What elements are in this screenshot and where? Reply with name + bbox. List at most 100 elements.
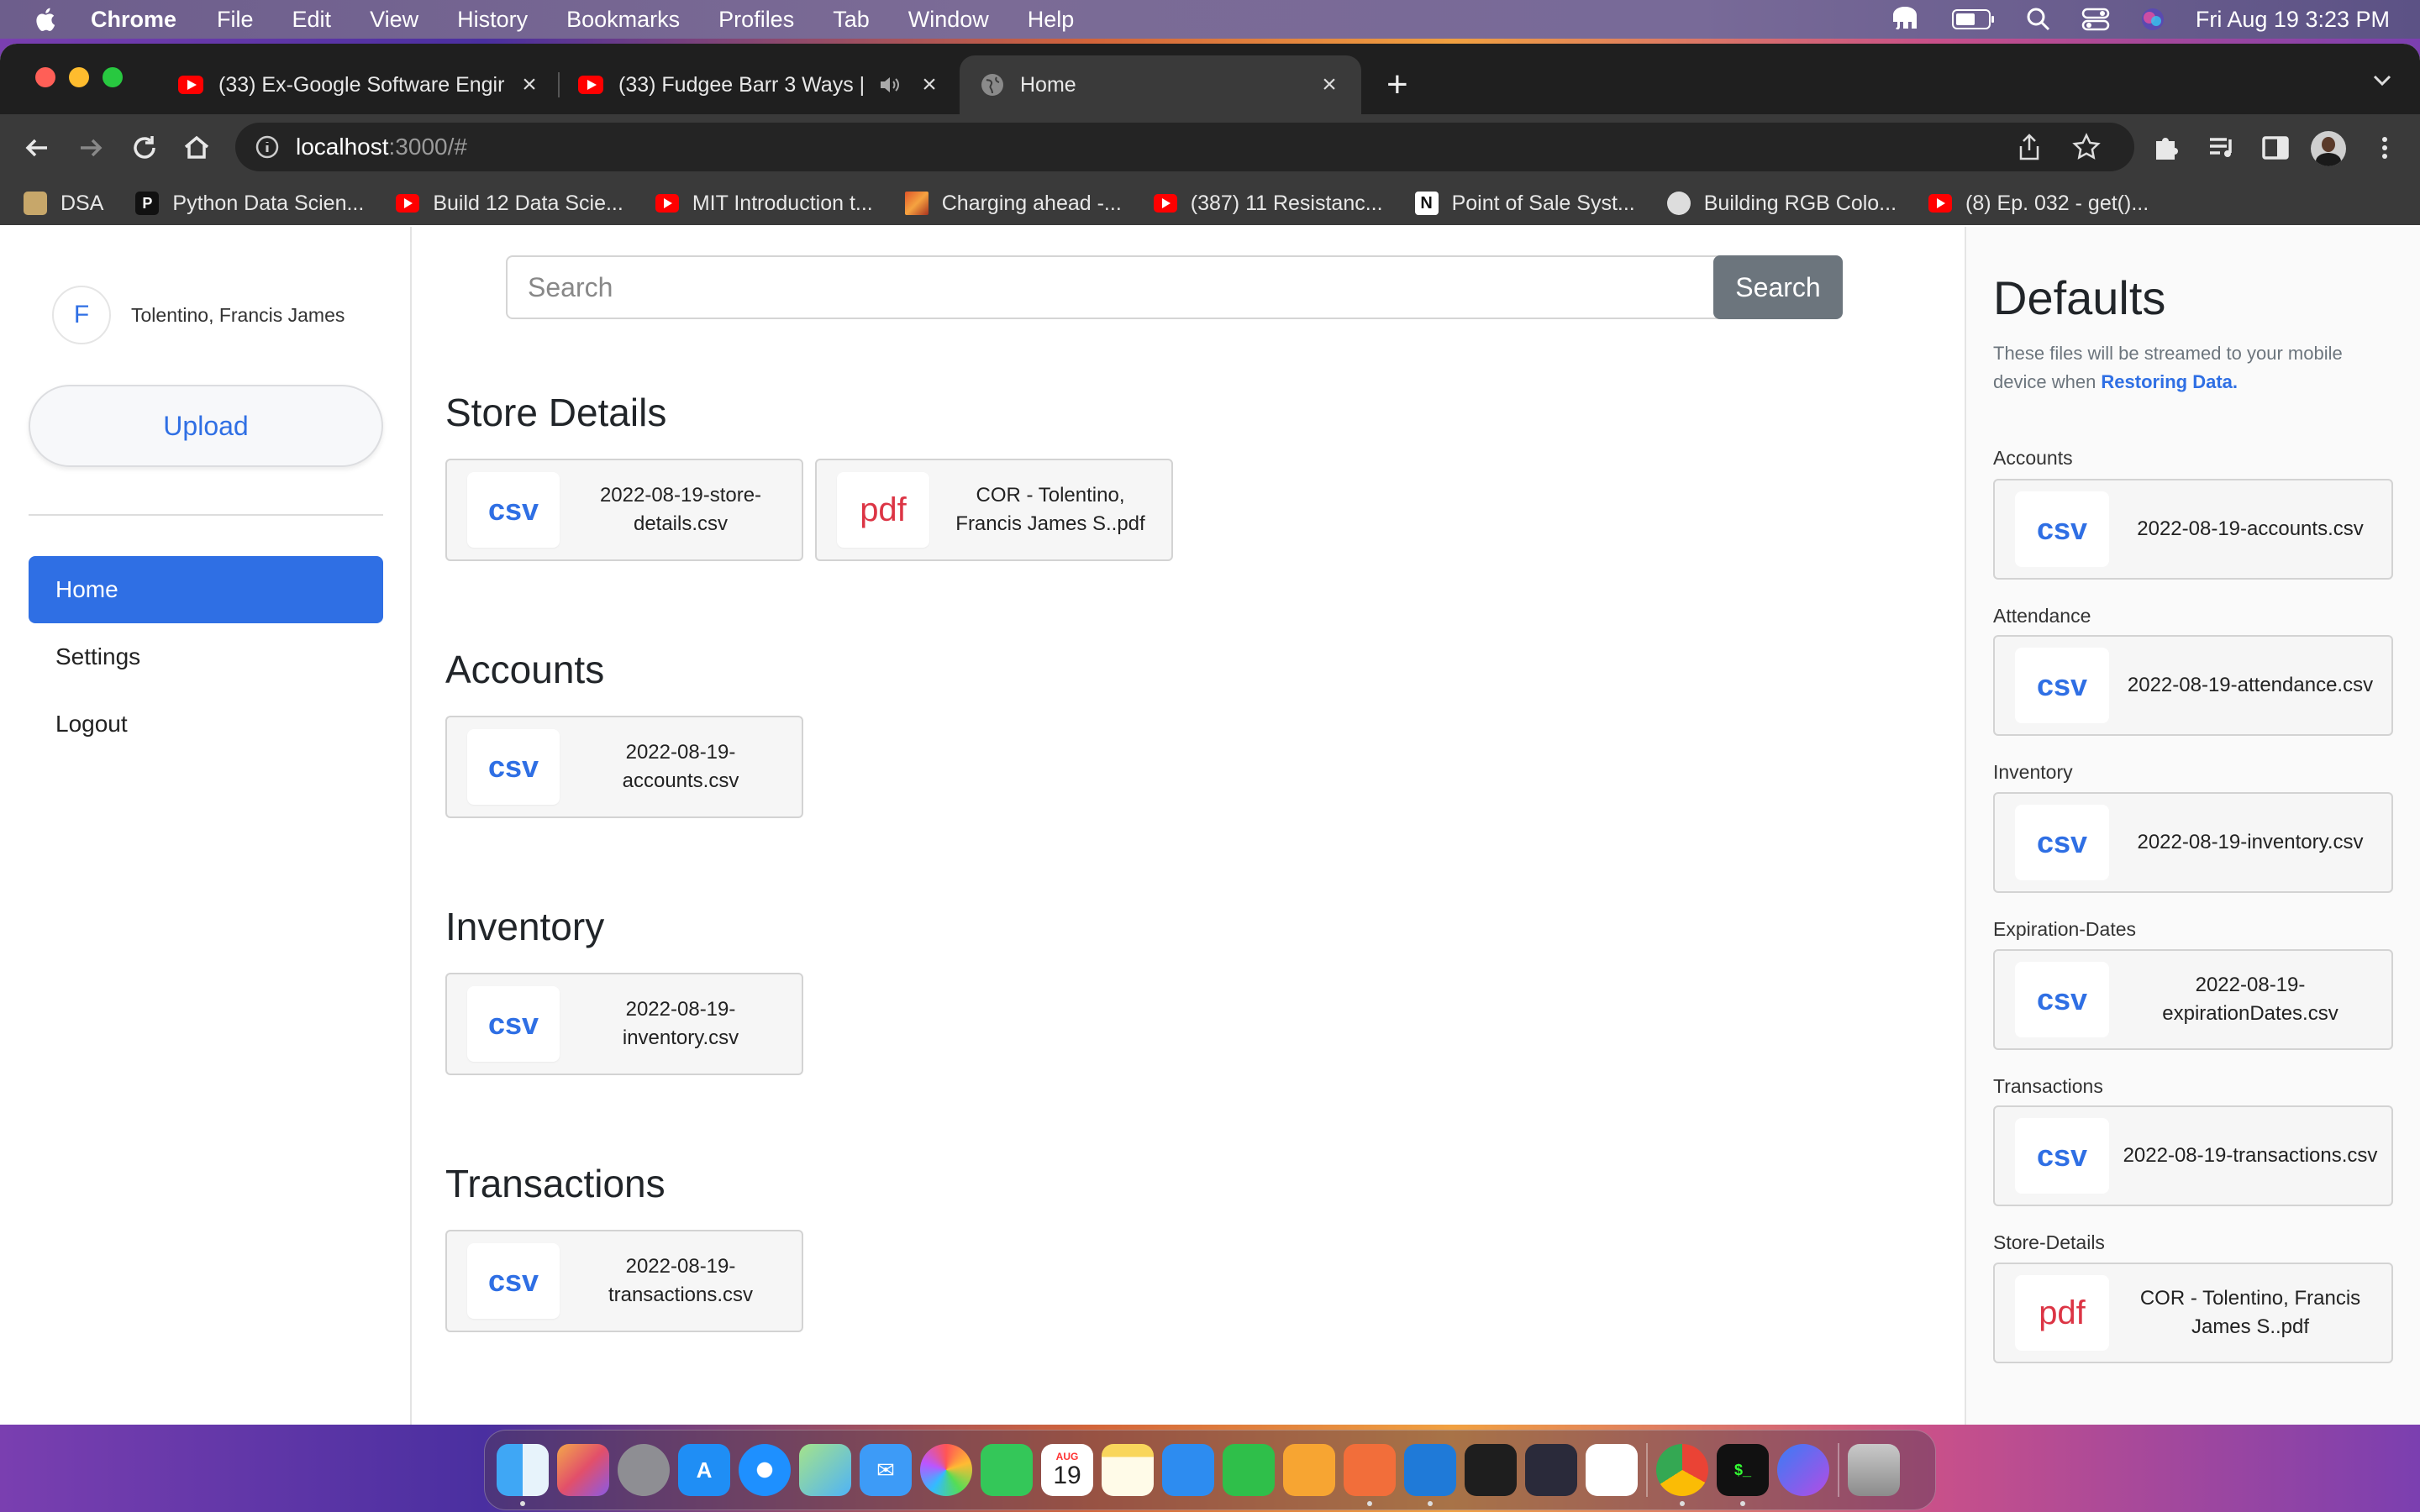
media-control-icon[interactable] bbox=[2205, 131, 2238, 165]
elephant-icon[interactable] bbox=[1888, 5, 1922, 34]
search-input[interactable]: Search bbox=[506, 255, 1839, 319]
menubar-clock[interactable]: Fri Aug 19 3:23 PM bbox=[2196, 7, 2390, 33]
search-button[interactable]: Search bbox=[1713, 255, 1843, 319]
postman-icon[interactable] bbox=[1344, 1444, 1396, 1506]
back-arrow-icon[interactable] bbox=[20, 131, 54, 165]
file-card[interactable]: csv 2022-08-19-accounts.csv bbox=[445, 716, 803, 818]
menu-tab[interactable]: Tab bbox=[833, 7, 870, 33]
site-info-icon[interactable] bbox=[255, 135, 279, 159]
maximize-window-button[interactable] bbox=[103, 67, 123, 87]
tab-home[interactable]: Home × bbox=[960, 55, 1361, 114]
sidebar-item-logout[interactable]: Logout bbox=[29, 690, 383, 758]
menu-history[interactable]: History bbox=[457, 7, 528, 33]
bookmark-item[interactable]: (387) 11 Resistanc... bbox=[1153, 192, 1383, 216]
csv-file-icon: csv bbox=[467, 986, 560, 1062]
speaker-icon[interactable] bbox=[879, 75, 901, 95]
bookmark-item[interactable]: Building RGB Colo... bbox=[1666, 192, 1897, 216]
minimize-window-button[interactable] bbox=[69, 67, 89, 87]
launchpad-icon[interactable] bbox=[557, 1444, 609, 1496]
maps-icon[interactable] bbox=[799, 1444, 851, 1496]
profile-avatar[interactable] bbox=[2311, 131, 2346, 166]
tab-close-icon[interactable]: × bbox=[1318, 71, 1341, 99]
keynote-icon[interactable] bbox=[1162, 1444, 1214, 1496]
bookmark-item[interactable]: N Point of Sale Syst... bbox=[1414, 192, 1635, 216]
bookmark-label: Charging ahead -... bbox=[941, 191, 1122, 215]
default-group-label: Attendance bbox=[1993, 605, 2091, 627]
menu-profiles[interactable]: Profiles bbox=[718, 7, 794, 33]
trash-icon[interactable] bbox=[1848, 1444, 1900, 1496]
chrome-icon[interactable] bbox=[1656, 1444, 1708, 1506]
menu-view[interactable]: View bbox=[370, 7, 418, 33]
sidebar-item-home[interactable]: Home bbox=[29, 556, 383, 623]
default-file-card[interactable]: pdf COR - Tolentino, Francis James S..pdf bbox=[1993, 1263, 2393, 1363]
sidebar-divider bbox=[29, 514, 383, 516]
menu-help[interactable]: Help bbox=[1028, 7, 1075, 33]
dock: A ✉ AUG 19 $_ bbox=[484, 1430, 1936, 1510]
default-file-card[interactable]: csv 2022-08-19-transactions.csv bbox=[1993, 1105, 2393, 1206]
menu-edit[interactable]: Edit bbox=[292, 7, 332, 33]
bookmark-item[interactable]: (8) Ep. 032 - get()... bbox=[1928, 192, 2149, 216]
extensions-puzzle-icon[interactable] bbox=[2149, 131, 2183, 165]
chrome-menu-kebab-icon[interactable] bbox=[2368, 131, 2402, 165]
spotlight-search-icon[interactable] bbox=[2026, 7, 2051, 32]
control-center-icon[interactable] bbox=[2081, 7, 2110, 32]
bookmark-item[interactable]: MIT Introduction t... bbox=[655, 192, 873, 216]
system-preferences-icon[interactable] bbox=[618, 1444, 670, 1496]
tasks-icon[interactable] bbox=[1586, 1444, 1638, 1496]
default-file-card[interactable]: csv 2022-08-19-attendance.csv bbox=[1993, 635, 2393, 736]
home-icon[interactable] bbox=[180, 131, 213, 165]
davinci-resolve-icon[interactable] bbox=[1525, 1444, 1577, 1496]
close-window-button[interactable] bbox=[35, 67, 55, 87]
address-bar[interactable]: localhost:3000/# bbox=[235, 123, 2134, 171]
tab-close-icon[interactable]: × bbox=[518, 71, 541, 99]
menu-bookmarks[interactable]: Bookmarks bbox=[566, 7, 680, 33]
bookmark-item[interactable]: Charging ahead -... bbox=[904, 191, 1122, 216]
pages-icon[interactable] bbox=[1283, 1444, 1335, 1496]
vscode-icon[interactable] bbox=[1404, 1444, 1456, 1506]
reload-icon[interactable] bbox=[128, 131, 161, 165]
bookmark-item[interactable]: P Python Data Scien... bbox=[135, 192, 364, 216]
figma-icon[interactable] bbox=[1465, 1444, 1517, 1496]
default-file-card[interactable]: csv 2022-08-19-inventory.csv bbox=[1993, 792, 2393, 893]
bookmark-item[interactable]: DSA bbox=[24, 192, 103, 216]
default-file-card[interactable]: csv 2022-08-19-expirationDates.csv bbox=[1993, 949, 2393, 1050]
sidebar-item-settings[interactable]: Settings bbox=[29, 623, 383, 690]
tab-search-chevron-icon[interactable] bbox=[2370, 67, 2395, 92]
default-file-card[interactable]: csv 2022-08-19-accounts.csv bbox=[1993, 479, 2393, 580]
messenger-icon[interactable] bbox=[1777, 1444, 1829, 1496]
terminal-icon[interactable]: $_ bbox=[1717, 1444, 1769, 1506]
battery-icon[interactable] bbox=[1951, 8, 1996, 30]
app-store-icon[interactable]: A bbox=[678, 1444, 730, 1496]
side-panel-icon[interactable] bbox=[2259, 131, 2292, 165]
siri-icon[interactable] bbox=[2140, 7, 2165, 32]
tab-close-icon[interactable]: × bbox=[918, 71, 941, 99]
dock-separator bbox=[1646, 1443, 1648, 1497]
tab-youtube-1[interactable]: (33) Ex-Google Software Engir × bbox=[165, 55, 555, 114]
bookmark-star-icon[interactable] bbox=[2072, 133, 2101, 161]
notes-icon[interactable] bbox=[1102, 1444, 1154, 1496]
file-card[interactable]: csv 2022-08-19-transactions.csv bbox=[445, 1230, 803, 1332]
menu-file[interactable]: File bbox=[217, 7, 254, 33]
photos-icon[interactable] bbox=[920, 1444, 972, 1496]
file-card[interactable]: pdf COR - Tolentino, Francis James S..pd… bbox=[815, 459, 1173, 561]
new-tab-plus-icon[interactable]: + bbox=[1386, 64, 1408, 106]
running-indicator bbox=[520, 1501, 525, 1506]
numbers-icon[interactable] bbox=[1223, 1444, 1275, 1496]
tab-youtube-2[interactable]: (33) Fudgee Barr 3 Ways | × bbox=[565, 55, 955, 114]
safari-icon[interactable] bbox=[739, 1444, 791, 1496]
forward-arrow-icon[interactable] bbox=[74, 131, 108, 165]
upload-button[interactable]: Upload bbox=[29, 385, 383, 467]
restoring-data-link[interactable]: Restoring Data. bbox=[2101, 371, 2238, 392]
facetime-icon[interactable] bbox=[981, 1444, 1033, 1496]
finder-icon[interactable] bbox=[497, 1444, 549, 1506]
mail-icon[interactable]: ✉ bbox=[860, 1444, 912, 1496]
file-card[interactable]: csv 2022-08-19-inventory.csv bbox=[445, 973, 803, 1075]
file-card[interactable]: csv 2022-08-19-store-details.csv bbox=[445, 459, 803, 561]
bookmark-item[interactable]: Build 12 Data Scie... bbox=[396, 192, 623, 216]
apple-icon[interactable] bbox=[32, 5, 60, 34]
menu-window[interactable]: Window bbox=[908, 7, 989, 33]
calendar-icon[interactable]: AUG 19 bbox=[1041, 1444, 1093, 1496]
share-icon[interactable] bbox=[2017, 133, 2042, 161]
menu-app-name[interactable]: Chrome bbox=[91, 7, 176, 33]
avatar[interactable]: F bbox=[52, 286, 111, 344]
